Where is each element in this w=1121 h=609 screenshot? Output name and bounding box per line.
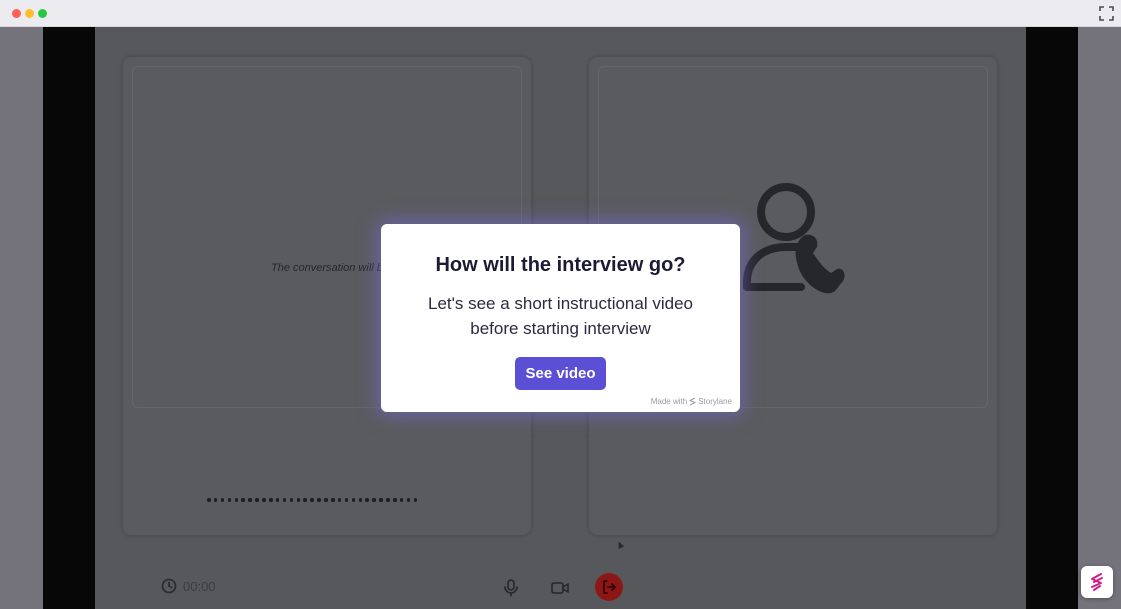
waveform-dot: [310, 498, 314, 502]
storylane-small-icon: [689, 397, 697, 406]
close-window-button[interactable]: [12, 9, 21, 18]
microphone-icon: [504, 579, 518, 597]
waveform-dot: [344, 498, 349, 502]
waveform-dot: [365, 498, 369, 502]
waveform-dot: [269, 498, 273, 502]
see-video-button[interactable]: See video: [515, 357, 606, 390]
made-with-storylane[interactable]: Made with Storylane: [651, 397, 732, 406]
waveform-dot: [262, 498, 266, 502]
waveform-dot: [337, 498, 342, 502]
call-timer-value: 00:00: [183, 578, 216, 594]
waveform-dot: [358, 498, 363, 502]
waveform-dot: [399, 498, 404, 502]
camera-button[interactable]: [548, 576, 572, 600]
waveform-dot: [303, 498, 307, 502]
leave-icon: [603, 580, 616, 594]
waveform-dot: [413, 498, 418, 502]
waveform-dot: [386, 498, 390, 502]
waveform-dot: [275, 498, 280, 502]
modal-body: Let's see a short instructional video be…: [427, 294, 693, 338]
modal-title: How will the interview go?: [435, 254, 686, 276]
user-phone-icon: [742, 183, 845, 294]
camera-icon: [551, 582, 569, 594]
maximize-window-button[interactable]: [38, 9, 47, 18]
storylane-logo-icon: [1091, 573, 1103, 591]
microphone-button[interactable]: [499, 576, 523, 600]
made-with-label: Made with: [650, 397, 688, 406]
waveform-dot: [331, 498, 335, 502]
waveform-dot: [393, 498, 397, 502]
minimize-window-button[interactable]: [25, 9, 34, 18]
waveform-dot: [296, 498, 301, 502]
leave-call-button[interactable]: [595, 573, 623, 601]
waveform-dot: [351, 498, 356, 502]
waveform-dot: [207, 498, 211, 502]
waveform-dot: [234, 498, 239, 502]
storylane-badge[interactable]: [1081, 566, 1113, 598]
browser-titlebar: [0, 0, 1121, 27]
clock-icon: [161, 578, 177, 594]
fullscreen-icon[interactable]: [1099, 6, 1114, 21]
call-timer: 00:00: [161, 578, 216, 594]
waveform-dot: [255, 498, 259, 502]
waveform-dot: [379, 498, 383, 502]
waveform-dot: [406, 498, 411, 502]
waveform-dot: [282, 498, 287, 502]
waveform-dot: [227, 498, 232, 502]
waveform-dot: [289, 498, 294, 502]
waveform-dot: [248, 498, 252, 502]
waveform-dot: [372, 498, 376, 502]
waveform-dot: [213, 498, 218, 502]
made-with-brand: Storylane: [698, 397, 732, 406]
waveform-dot: [324, 498, 328, 502]
waveform-dot: [220, 498, 225, 502]
waveform-dot: [241, 498, 245, 502]
instruction-modal: How will the interview go? Let's see a s…: [381, 224, 740, 412]
call-controls-bar: 00:00: [95, 567, 1026, 609]
waveform-dot: [317, 498, 321, 502]
audio-waveform: [207, 498, 418, 502]
